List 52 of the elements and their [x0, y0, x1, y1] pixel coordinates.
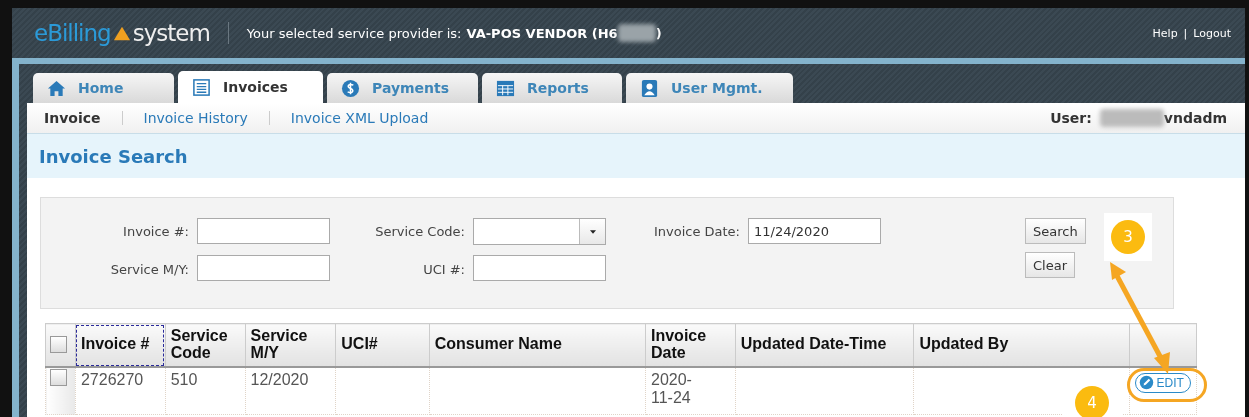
input-field[interactable]: 11/24/2020: [748, 218, 881, 244]
document-icon: [192, 77, 211, 97]
column-header[interactable]: Invoice Date: [645, 323, 736, 367]
column-header[interactable]: Updated By: [913, 323, 1130, 367]
tab[interactable]: Invoices: [178, 71, 323, 103]
edit-button[interactable]: EDIT: [1134, 372, 1191, 393]
subnav-link[interactable]: Invoice History: [143, 110, 248, 126]
checkbox[interactable]: [50, 336, 67, 354]
table-cell-text: 2726270: [80, 370, 145, 389]
form-button[interactable]: Search: [1025, 218, 1086, 244]
checkbox[interactable]: [50, 368, 67, 386]
callout-badge: 4: [1075, 385, 1109, 417]
input-field[interactable]: [197, 255, 330, 281]
table-cell-text: 2020-11-24: [651, 370, 693, 407]
table-icon: [496, 78, 515, 98]
field-label: UCI #:: [422, 261, 465, 277]
redaction-mark: [617, 24, 656, 42]
table-cell-text: 510: [170, 370, 199, 389]
input-field[interactable]: [473, 255, 606, 281]
field-label: Service Code:: [374, 223, 465, 239]
page-title: Invoice Search: [27, 133, 1245, 178]
redaction-mark: [1099, 109, 1164, 127]
field-label: Service M/Y:: [109, 261, 189, 277]
column-header[interactable]: Consumer Name: [429, 323, 646, 367]
logo-text: eBilling: [34, 20, 111, 46]
callout-badge: 3: [1111, 220, 1145, 254]
column-header[interactable]: Invoice #: [75, 323, 166, 367]
user-label: User:: [1050, 110, 1092, 126]
logo-text: system: [132, 20, 210, 46]
home-icon: [47, 78, 66, 98]
form-button[interactable]: Clear: [1025, 252, 1075, 278]
dollar-icon: [341, 78, 360, 98]
person-icon: [640, 78, 659, 98]
dropdown[interactable]: [473, 218, 606, 245]
separator: |: [1183, 26, 1188, 40]
subnav-link[interactable]: Invoice XML Upload: [290, 110, 429, 126]
pencil-icon: [1138, 375, 1154, 390]
header-link[interactable]: Logout: [1193, 26, 1231, 40]
column-header[interactable]: Updated Date-Time: [735, 323, 914, 367]
input-field[interactable]: [197, 218, 330, 244]
provider-label: Your selected service provider is:: [246, 25, 462, 41]
table-cell-text: 12/2020: [250, 370, 310, 389]
user-name: vndadm: [1163, 110, 1227, 126]
provider-name: ): [655, 25, 662, 41]
column-header[interactable]: UCI#: [335, 323, 430, 367]
column-header[interactable]: Service Code: [165, 323, 246, 367]
column-header[interactable]: Service M/Y: [245, 323, 336, 367]
subnav-link[interactable]: Invoice: [44, 110, 101, 126]
field-label: Invoice #:: [122, 223, 189, 239]
header-link[interactable]: Help: [1152, 26, 1178, 40]
field-label: Invoice Date:: [652, 223, 740, 239]
provider-name: VA-POS VENDOR (H6: [466, 25, 618, 41]
